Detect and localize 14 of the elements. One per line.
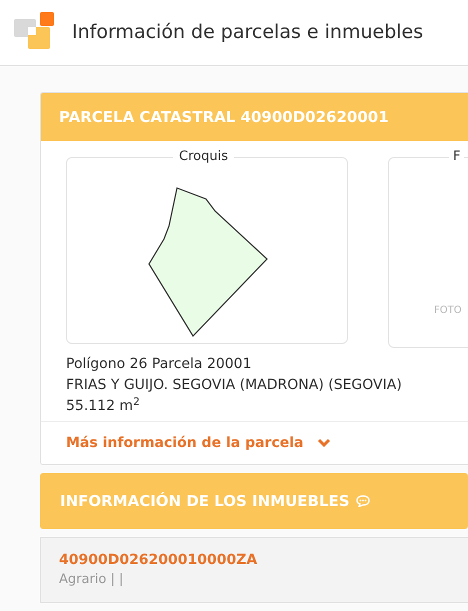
card-title: PARCELA CATASTRAL 40900D02620001: [59, 106, 389, 128]
parcel-area: 55.112 m$^{2}$: [66, 396, 468, 417]
property-reference: 40900D026200010000ZA: [59, 551, 258, 570]
sketch-label: Croquis: [173, 149, 234, 165]
more-info-link[interactable]: Más información de la parcela: [41, 422, 332, 464]
parcel-address: FRIAS Y GUIJO. SEGOVIA (MADRONA) (SEGOVIA): [66, 376, 403, 395]
property-item[interactable]: 40900D026200010000ZA Agrario | |: [40, 537, 468, 603]
property-use: Agrario | |: [59, 571, 124, 589]
chat-icon: [356, 495, 370, 507]
parcel-location: Polígono 26 Parcela 20001: [66, 355, 252, 374]
section-title: INFORMACIÓN DE LOS INMUEBLES: [60, 490, 350, 512]
chevron-icon: [317, 438, 332, 448]
photo-caption: FOTO: [434, 304, 462, 318]
window-title: Información de parcelas e inmuebles: [72, 20, 424, 46]
